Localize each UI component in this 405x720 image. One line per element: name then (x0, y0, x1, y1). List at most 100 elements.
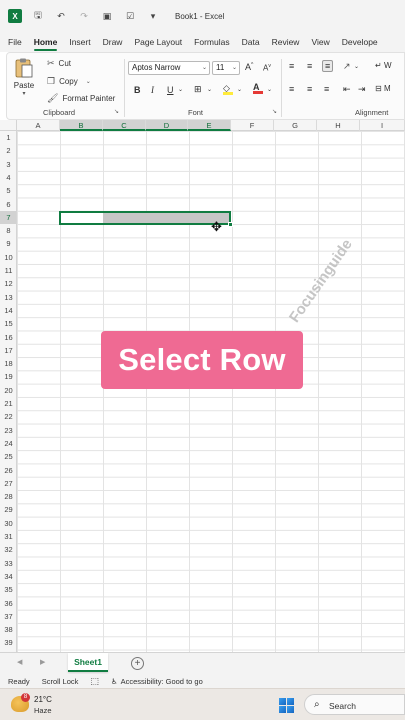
row-header[interactable]: 35 (0, 583, 16, 596)
wrap-text-button[interactable]: ↵ W (375, 61, 392, 70)
format-painter-button[interactable]: 🖌 Format Painter (47, 93, 115, 104)
fill-handle[interactable] (228, 222, 233, 227)
column-header-f[interactable]: F (231, 120, 274, 131)
tab-review[interactable]: Review (272, 32, 300, 52)
increase-indent-icon[interactable]: ⇥ (358, 84, 366, 95)
more-icon[interactable]: ▾ (146, 9, 160, 23)
row-header[interactable]: 23 (0, 424, 16, 437)
font-launcher-icon[interactable]: ↘ (272, 108, 277, 115)
row-header[interactable]: 27 (0, 477, 16, 490)
row-header[interactable]: 22 (0, 410, 16, 423)
align-right-icon[interactable]: ≡ (324, 84, 329, 94)
row-header[interactable]: 9 (0, 237, 16, 250)
chevron-down-icon[interactable]: ⌄ (207, 86, 212, 93)
chevron-down-icon[interactable]: ⌄ (178, 86, 183, 93)
copy-dropdown-icon[interactable]: ⌄ (86, 78, 91, 85)
undo-icon[interactable]: ↶ (54, 9, 68, 23)
tab-insert[interactable]: Insert (69, 32, 90, 52)
column-header-c[interactable]: C (103, 120, 146, 131)
row-header[interactable]: 26 (0, 464, 16, 477)
row-header[interactable]: 36 (0, 597, 16, 610)
row-header[interactable]: 21 (0, 397, 16, 410)
tab-formulas[interactable]: Formulas (194, 32, 229, 52)
accessibility-status[interactable]: ♿ Accessibility: Good to go (111, 677, 203, 686)
column-header-i[interactable]: I (360, 120, 405, 131)
borders-icon[interactable]: ⊞ (194, 84, 202, 95)
select-all-button[interactable] (0, 120, 17, 131)
column-header-a[interactable]: A (17, 120, 60, 131)
redo-icon[interactable]: ↷ (77, 9, 91, 23)
paste-button[interactable]: Paste ▾ (13, 57, 35, 97)
row-header[interactable]: 17 (0, 344, 16, 357)
paste-dropdown-icon[interactable]: ▾ (22, 90, 25, 97)
row-header[interactable]: 7 (0, 210, 16, 225)
font-name-combo[interactable]: Aptos Narrow ⌄ (128, 61, 210, 75)
row-header[interactable]: 20 (0, 384, 16, 397)
align-middle-icon[interactable]: ≡ (307, 61, 312, 71)
row-header[interactable]: 8 (0, 224, 16, 237)
chevron-down-icon[interactable]: ⌄ (237, 86, 242, 93)
orientation-icon[interactable]: ↗ (343, 61, 351, 72)
column-header-e[interactable]: E (188, 120, 231, 131)
row-header[interactable]: 3 (0, 158, 16, 171)
column-header-d[interactable]: D (146, 120, 188, 131)
column-header-g[interactable]: G (274, 120, 317, 131)
row-header[interactable]: 10 (0, 251, 16, 264)
column-header-h[interactable]: H (317, 120, 360, 131)
tab-draw[interactable]: Draw (103, 32, 123, 52)
row-header[interactable]: 37 (0, 610, 16, 623)
camera-icon[interactable]: ▣ (100, 9, 114, 23)
tab-home[interactable]: Home (33, 32, 57, 52)
row-header[interactable]: 16 (0, 331, 16, 344)
align-bottom-icon[interactable]: ≡ (322, 60, 334, 72)
row-header[interactable]: 32 (0, 543, 16, 556)
cut-button[interactable]: ✂ Cut (47, 58, 71, 69)
taskbar-search[interactable]: ⌕ Search (304, 694, 405, 715)
tab-file[interactable]: File (8, 32, 22, 52)
selected-range[interactable] (59, 211, 231, 225)
chevron-down-icon[interactable]: ⌄ (354, 63, 359, 70)
windows-start-icon[interactable] (279, 698, 294, 713)
row-header[interactable]: 18 (0, 357, 16, 370)
row-header[interactable]: 24 (0, 437, 16, 450)
tab-data[interactable]: Data (242, 32, 260, 52)
underline-button[interactable]: U (167, 85, 174, 95)
font-size-combo[interactable]: 11 ⌄ (212, 61, 240, 75)
row-header[interactable]: 31 (0, 530, 16, 543)
checklist-icon[interactable]: ☑ (123, 9, 137, 23)
row-header[interactable]: 29 (0, 503, 16, 516)
sheet-next-icon[interactable]: ▶ (40, 658, 45, 666)
align-top-icon[interactable]: ≡ (289, 61, 294, 71)
row-header[interactable]: 33 (0, 557, 16, 570)
row-header[interactable]: 5 (0, 184, 16, 197)
macro-record-icon[interactable]: ⬚ (90, 676, 99, 687)
row-header[interactable]: 19 (0, 370, 16, 383)
align-left-icon[interactable]: ≡ (289, 84, 294, 94)
worksheet-grid[interactable] (0, 131, 405, 652)
row-header[interactable]: 13 (0, 291, 16, 304)
increase-font-icon[interactable]: A^ (245, 62, 253, 72)
row-header[interactable]: 11 (0, 264, 16, 277)
row-header[interactable]: 15 (0, 317, 16, 330)
clipboard-launcher-icon[interactable]: ↘ (114, 108, 119, 115)
row-header[interactable]: 4 (0, 171, 16, 184)
tab-view[interactable]: View (311, 32, 329, 52)
row-header[interactable]: 6 (0, 198, 16, 211)
copy-button[interactable]: ❐ Copy ⌄ (47, 76, 91, 87)
row-header[interactable]: 39 (0, 636, 16, 649)
align-center-icon[interactable]: ≡ (307, 84, 312, 94)
sheet-tab-sheet1[interactable]: Sheet1 (68, 653, 108, 672)
bold-button[interactable]: B (134, 85, 141, 95)
italic-button[interactable]: I (151, 85, 154, 95)
add-sheet-button[interactable]: + (131, 657, 144, 670)
decrease-font-icon[interactable]: Av (263, 63, 271, 73)
row-header[interactable]: 1 (0, 131, 16, 144)
row-header[interactable]: 25 (0, 450, 16, 463)
row-header[interactable]: 14 (0, 304, 16, 317)
save-icon[interactable]: 🖫 (31, 9, 45, 23)
font-color-icon[interactable]: A (253, 82, 263, 94)
fill-color-icon[interactable]: ◇ (223, 83, 233, 95)
merge-center-button[interactable]: ⊟ M (375, 84, 391, 93)
row-header[interactable]: 34 (0, 570, 16, 583)
row-header[interactable]: 12 (0, 277, 16, 290)
